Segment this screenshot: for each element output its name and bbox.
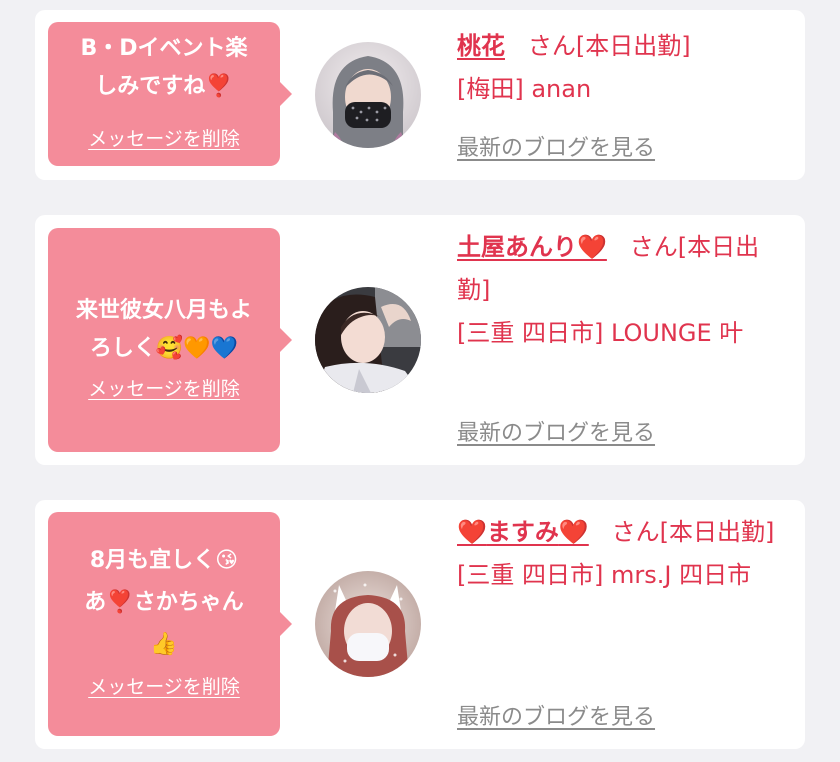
delete-message-link[interactable]: メッセージを削除 — [88, 374, 240, 401]
cast-info: 桃花 さん[本日出勤] [梅田] anan — [457, 25, 787, 111]
latest-blog-link[interactable]: 最新のブログを見る — [457, 415, 655, 447]
message-bubble: 8月も宜しく😘 あ❣️さかちゃん 👍 メッセージを削除 — [48, 512, 292, 736]
heart-icon: ❤️ — [577, 233, 607, 261]
latest-blog-link[interactable]: 最新のブログを見る — [457, 699, 655, 731]
cast-name-line: 桃花 さん[本日出勤] — [457, 25, 787, 68]
shop-name: [三重 四日市] mrs.J 四日市 — [457, 561, 752, 589]
heart-icon: ❤️ — [558, 518, 589, 546]
message-text: 8月も宜しく😘 あ❣️さかちゃん 👍 — [84, 548, 244, 657]
shop-name: [梅田] anan — [457, 75, 592, 103]
cast-name-link[interactable]: 土屋あんり❤️ — [457, 233, 607, 261]
cast-status: さん[本日出勤] — [611, 518, 775, 546]
cast-name-link[interactable]: ❤️ますみ❤️ — [457, 518, 589, 546]
message-text: B・Dイベント楽 しみですね❣️ — [80, 36, 248, 99]
cast-info: 土屋あんり❤️ さん[本日出勤] [三重 四日市] LOUNGE 叶 — [457, 226, 787, 355]
cast-name-link[interactable]: 桃花 — [457, 32, 505, 60]
cast-name: ますみ — [486, 518, 559, 546]
delete-message-link[interactable]: メッセージを削除 — [88, 124, 240, 151]
message-card: B・Dイベント楽 しみですね❣️ メッセージを削除 桃花 さん[本日出勤] [梅… — [35, 10, 805, 180]
delete-message-link[interactable]: メッセージを削除 — [88, 672, 240, 699]
cast-info: ❤️ますみ❤️ さん[本日出勤] [三重 四日市] mrs.J 四日市 — [457, 511, 787, 597]
cast-name: 土屋あんり — [457, 233, 577, 261]
heart-icon: ❤️ — [457, 518, 487, 546]
avatar[interactable] — [315, 287, 421, 393]
message-bubble: 来世彼女八月もよ ろしく🥰🧡💙 メッセージを削除 — [48, 228, 292, 452]
avatar[interactable] — [315, 571, 421, 677]
cast-name-line: ❤️ますみ❤️ さん[本日出勤] — [457, 511, 787, 554]
message-card: 来世彼女八月もよ ろしく🥰🧡💙 メッセージを削除 土屋あんり❤️ さん[本日出勤… — [35, 215, 805, 465]
latest-blog-link[interactable]: 最新のブログを見る — [457, 130, 655, 162]
cast-name: 桃花 — [457, 32, 505, 60]
message-text: 来世彼女八月もよ ろしく🥰🧡💙 — [75, 298, 252, 361]
shop-name: [三重 四日市] LOUNGE 叶 — [457, 319, 744, 347]
message-bubble: B・Dイベント楽 しみですね❣️ メッセージを削除 — [48, 22, 292, 166]
cast-name-line: 土屋あんり❤️ さん[本日出勤] — [457, 226, 787, 312]
cast-status: さん[本日出勤] — [527, 32, 691, 60]
message-card: 8月も宜しく😘 あ❣️さかちゃん 👍 メッセージを削除 ❤️ますみ❤️ さん[本… — [35, 500, 805, 749]
avatar[interactable] — [315, 42, 421, 148]
